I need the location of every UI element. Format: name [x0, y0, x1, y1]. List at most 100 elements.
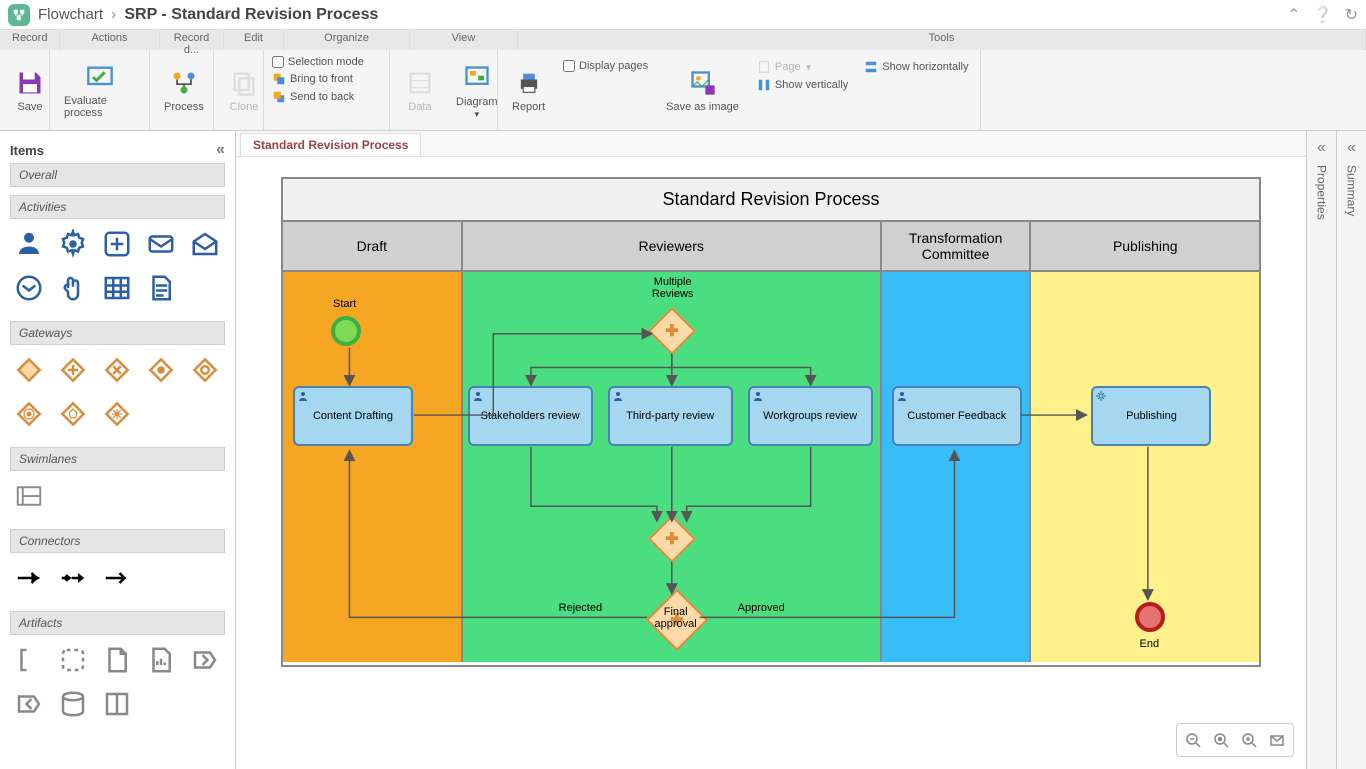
lane-publishing[interactable]: Publishing Publishing End	[1031, 222, 1259, 662]
ribbon-toolbar: Record Actions Record d... Edit Organize…	[0, 30, 1366, 131]
collapse-ribbon-icon[interactable]: ⌃	[1287, 5, 1300, 25]
gateway-join[interactable]: ✚	[648, 515, 696, 563]
workgroups-review-node[interactable]: Workgroups review	[748, 386, 873, 446]
artifact-receive-icon[interactable]	[10, 685, 48, 723]
artifact-bracket-icon[interactable]	[10, 641, 48, 679]
app-logo-icon	[8, 4, 30, 26]
send-to-back-button[interactable]: Send to back	[272, 90, 364, 104]
gateway-diamond-icon[interactable]	[10, 351, 48, 389]
activity-table-icon[interactable]	[98, 269, 136, 307]
items-sidebar: Items « Overall Activities	[0, 131, 236, 769]
end-node[interactable]	[1135, 602, 1165, 632]
palette-gateways-header[interactable]: Gateways	[10, 321, 225, 345]
multiple-reviews-label: Multiple Reviews	[633, 276, 713, 300]
ribbon-tab-edit: Edit	[224, 30, 284, 50]
chevron-down-icon: ▼	[473, 110, 481, 119]
properties-label[interactable]: Properties	[1315, 165, 1329, 220]
save-as-image-button[interactable]: Save as image	[660, 54, 745, 126]
gateway-circle-icon[interactable]	[186, 351, 224, 389]
summary-label[interactable]: Summary	[1345, 165, 1359, 216]
report-button[interactable]: Report	[506, 54, 551, 126]
gateway-star-icon[interactable]	[142, 351, 180, 389]
palette-activities-header[interactable]: Activities	[10, 195, 225, 219]
user-icon	[612, 390, 624, 402]
activity-mail-circle-icon[interactable]	[10, 269, 48, 307]
show-horizontally-button[interactable]: Show horizontally	[864, 60, 968, 74]
canvas-tab[interactable]: Standard Revision Process	[240, 133, 421, 156]
content-drafting-node[interactable]: Content Drafting	[293, 386, 413, 446]
activity-hand-icon[interactable]	[54, 269, 92, 307]
lane-transformation[interactable]: Transformation Committee Customer Feedba…	[882, 222, 1032, 662]
end-label: End	[1139, 638, 1159, 650]
collapse-right-icon[interactable]: «	[1347, 139, 1356, 157]
collapse-right-icon[interactable]: «	[1317, 139, 1326, 157]
breadcrumb-root[interactable]: Flowchart	[38, 6, 103, 23]
zoom-out-button[interactable]	[1181, 728, 1205, 752]
activity-user-icon[interactable]	[10, 225, 48, 263]
save-button[interactable]: Save	[8, 54, 52, 126]
clone-icon	[228, 67, 260, 99]
activity-open-envelope-icon[interactable]	[186, 225, 224, 263]
swimlane-icon[interactable]	[10, 477, 48, 515]
artifact-dashed-box-icon[interactable]	[54, 641, 92, 679]
clone-button: Clone	[222, 54, 266, 126]
artifact-datastore-icon[interactable]	[54, 685, 92, 723]
display-pages-checkbox[interactable]: Display pages	[563, 60, 648, 72]
help-icon[interactable]: ❔	[1313, 5, 1333, 25]
ribbon-tab-tools: Tools	[518, 30, 1366, 50]
zoom-in-button[interactable]	[1237, 728, 1261, 752]
user-icon	[752, 390, 764, 402]
gateway-complex-icon[interactable]	[98, 395, 136, 433]
lane-transformation-header: Transformation Committee	[882, 222, 1030, 272]
bring-to-front-button[interactable]: Bring to front	[272, 72, 364, 86]
gateway-pentagon-icon[interactable]	[54, 395, 92, 433]
page-button: Page ▼	[757, 60, 848, 74]
ribbon-tab-view: View	[410, 30, 518, 50]
show-vertically-button[interactable]: Show vertically	[757, 78, 848, 92]
lane-draft[interactable]: Draft Start Content Drafting	[283, 222, 463, 662]
gateway-x-icon[interactable]	[98, 351, 136, 389]
palette-overall-header[interactable]: Overall	[10, 163, 225, 187]
artifact-columns-icon[interactable]	[98, 685, 136, 723]
start-label: Start	[333, 298, 356, 310]
connector-arrow-icon[interactable]	[10, 559, 48, 597]
process-button[interactable]: Process	[158, 54, 210, 126]
diagram-title: Standard Revision Process	[283, 179, 1259, 222]
third-party-review-node[interactable]: Third-party review	[608, 386, 733, 446]
palette-connectors-header[interactable]: Connectors	[10, 529, 225, 553]
user-icon	[297, 390, 309, 402]
rejected-label: Rejected	[559, 602, 602, 614]
zoom-reset-button[interactable]	[1209, 728, 1233, 752]
activity-plus-icon[interactable]	[98, 225, 136, 263]
artifact-send-icon[interactable]	[186, 641, 224, 679]
diagram-container: Standard Revision Process Draft Start Co…	[281, 177, 1261, 667]
activity-envelope-icon[interactable]	[142, 225, 180, 263]
publishing-node[interactable]: Publishing	[1091, 386, 1211, 446]
gateway-ring-icon[interactable]	[10, 395, 48, 433]
collapse-left-icon[interactable]: «	[216, 141, 225, 159]
final-approval-label: Final approval	[652, 606, 700, 630]
activity-document-icon[interactable]	[142, 269, 180, 307]
palette-artifacts-header[interactable]: Artifacts	[10, 611, 225, 635]
customer-feedback-node[interactable]: Customer Feedback	[892, 386, 1022, 446]
gateway-plus-icon[interactable]	[54, 351, 92, 389]
diagram-button[interactable]: Diagram ▼	[450, 54, 504, 126]
palette-swimlanes-header[interactable]: Swimlanes	[10, 447, 225, 471]
lane-reviewers[interactable]: Reviewers Multiple Reviews ✚ Stakeholder…	[463, 222, 882, 662]
gateway-multiple-reviews[interactable]: ✚	[648, 307, 696, 355]
connector-diamond-arrow-icon[interactable]	[54, 559, 92, 597]
artifact-chart-page-icon[interactable]	[142, 641, 180, 679]
start-node[interactable]	[331, 316, 361, 346]
fit-to-screen-button[interactable]	[1265, 728, 1289, 752]
refresh-icon[interactable]: ↻	[1345, 5, 1358, 25]
page-title: SRP - Standard Revision Process	[124, 6, 378, 24]
sidebar-title: Items	[10, 143, 44, 158]
artifact-page-icon[interactable]	[98, 641, 136, 679]
activity-gear-icon[interactable]	[54, 225, 92, 263]
diagram-canvas[interactable]: Standard Revision Process Draft Start Co…	[236, 157, 1306, 769]
evaluate-process-button[interactable]: Evaluate process	[58, 54, 141, 126]
stakeholders-review-node[interactable]: Stakeholders review	[468, 386, 593, 446]
connector-open-arrow-icon[interactable]	[98, 559, 136, 597]
breadcrumb: Flowchart › SRP - Standard Revision Proc…	[38, 6, 378, 24]
selection-mode-checkbox[interactable]: Selection mode	[272, 56, 364, 68]
